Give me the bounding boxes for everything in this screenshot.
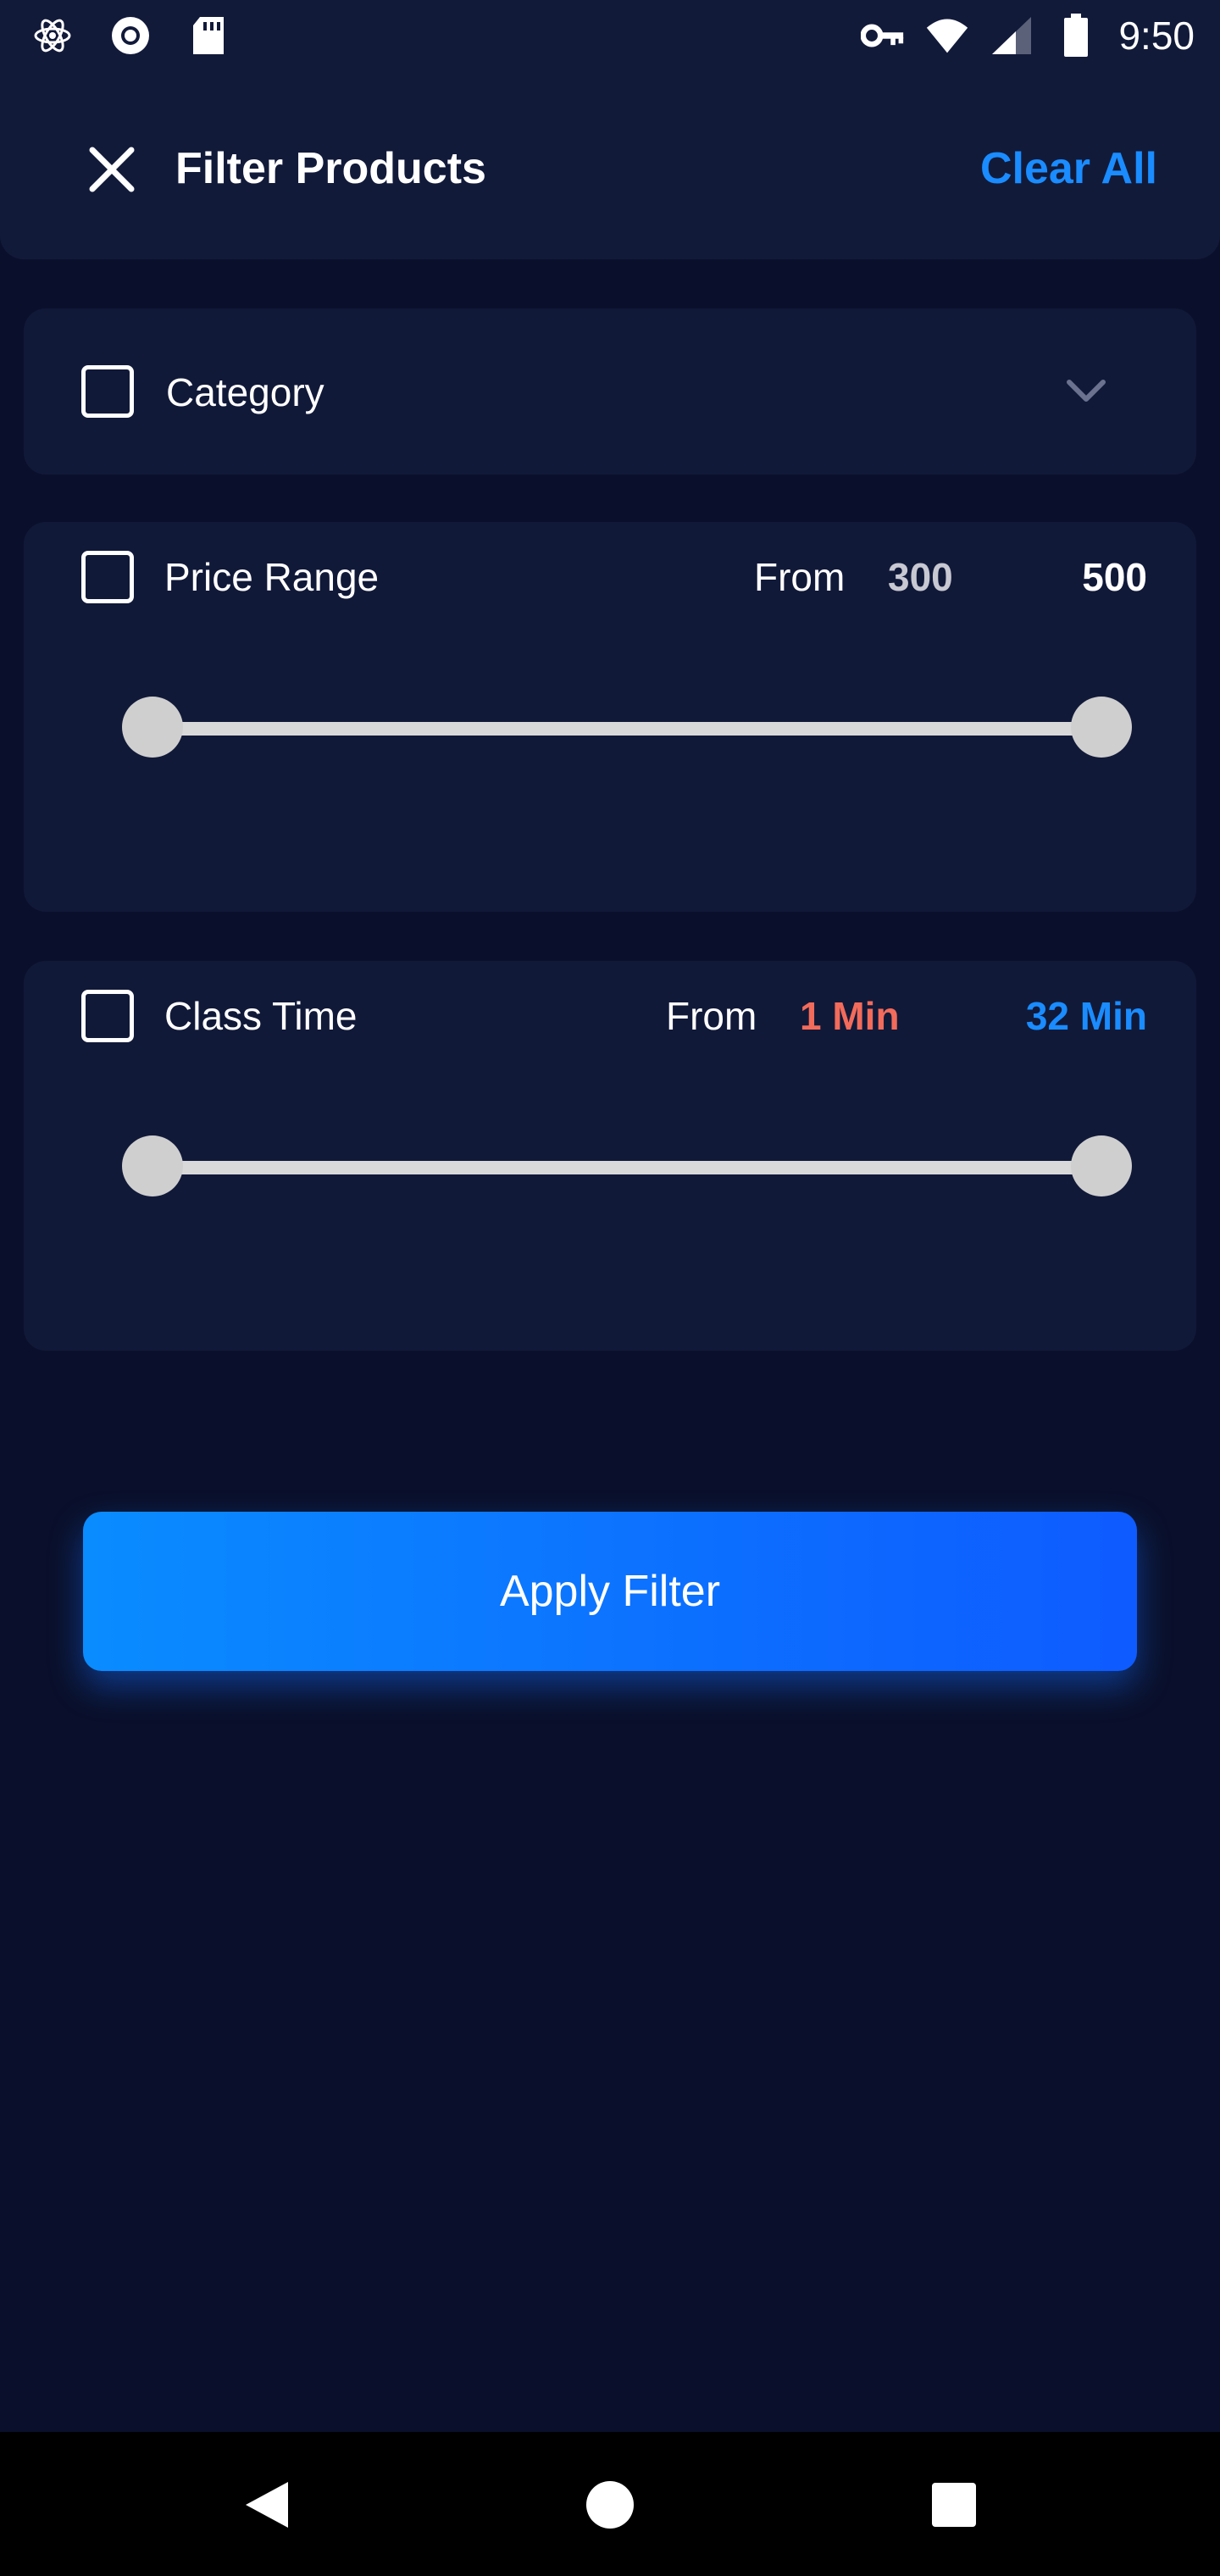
price-max-value: 500 [1082,555,1147,599]
price-range-label: Price Range [164,555,380,599]
recents-icon [932,2483,976,2527]
page-title: Filter Products [175,144,486,193]
price-slider-min-thumb[interactable] [122,697,183,758]
system-nav-bar [0,2432,1220,2576]
price-range-checkbox[interactable] [81,551,134,603]
class-time-min-value: 1 Min [800,994,900,1038]
back-icon [246,2482,288,2528]
key-icon [861,14,905,58]
category-checkbox[interactable] [81,365,134,418]
price-slider-track [152,722,1101,736]
home-icon [586,2481,634,2529]
signal-icon [990,14,1034,58]
sd-card-icon [186,14,230,58]
back-button[interactable] [234,2471,302,2539]
class-time-from-label: From [666,994,757,1038]
atom-icon [30,14,75,58]
price-range-card: Price Range From 300 500 [24,522,1196,912]
status-bar: 9:50 [0,0,1220,71]
recents-button[interactable] [920,2471,988,2539]
class-time-slider[interactable] [122,1135,1132,1200]
wifi-icon [925,14,969,58]
price-slider-max-thumb[interactable] [1071,697,1132,758]
category-label: Category [166,370,324,414]
battery-icon [1054,14,1098,58]
close-button[interactable] [78,136,146,203]
class-time-max-value: 32 Min [1025,994,1147,1038]
record-icon [108,14,152,58]
class-time-checkbox[interactable] [81,990,134,1042]
filter-screen: 9:50 Filter Products Clear All Category … [0,0,1220,2576]
chevron-down-icon [1067,380,1106,402]
close-icon [89,147,135,192]
class-time-card: Class Time From 1 Min 32 Min [24,961,1196,1351]
price-min-value: 300 [888,555,953,599]
category-filter-card: Category [24,308,1196,475]
price-range-slider[interactable] [122,697,1132,761]
clear-all-button[interactable]: Clear All [980,143,1157,194]
class-time-min-thumb[interactable] [122,1135,183,1196]
price-from-label: From [754,555,846,599]
class-time-label: Class Time [164,994,358,1038]
status-time: 9:50 [1118,14,1195,58]
class-time-slider-track [152,1161,1101,1174]
home-button[interactable] [576,2471,644,2539]
class-time-max-thumb[interactable] [1071,1135,1132,1196]
category-dropdown[interactable] [1061,366,1112,417]
app-header: Filter Products Clear All [0,71,1220,259]
apply-filter-button[interactable]: Apply Filter [83,1512,1137,1671]
